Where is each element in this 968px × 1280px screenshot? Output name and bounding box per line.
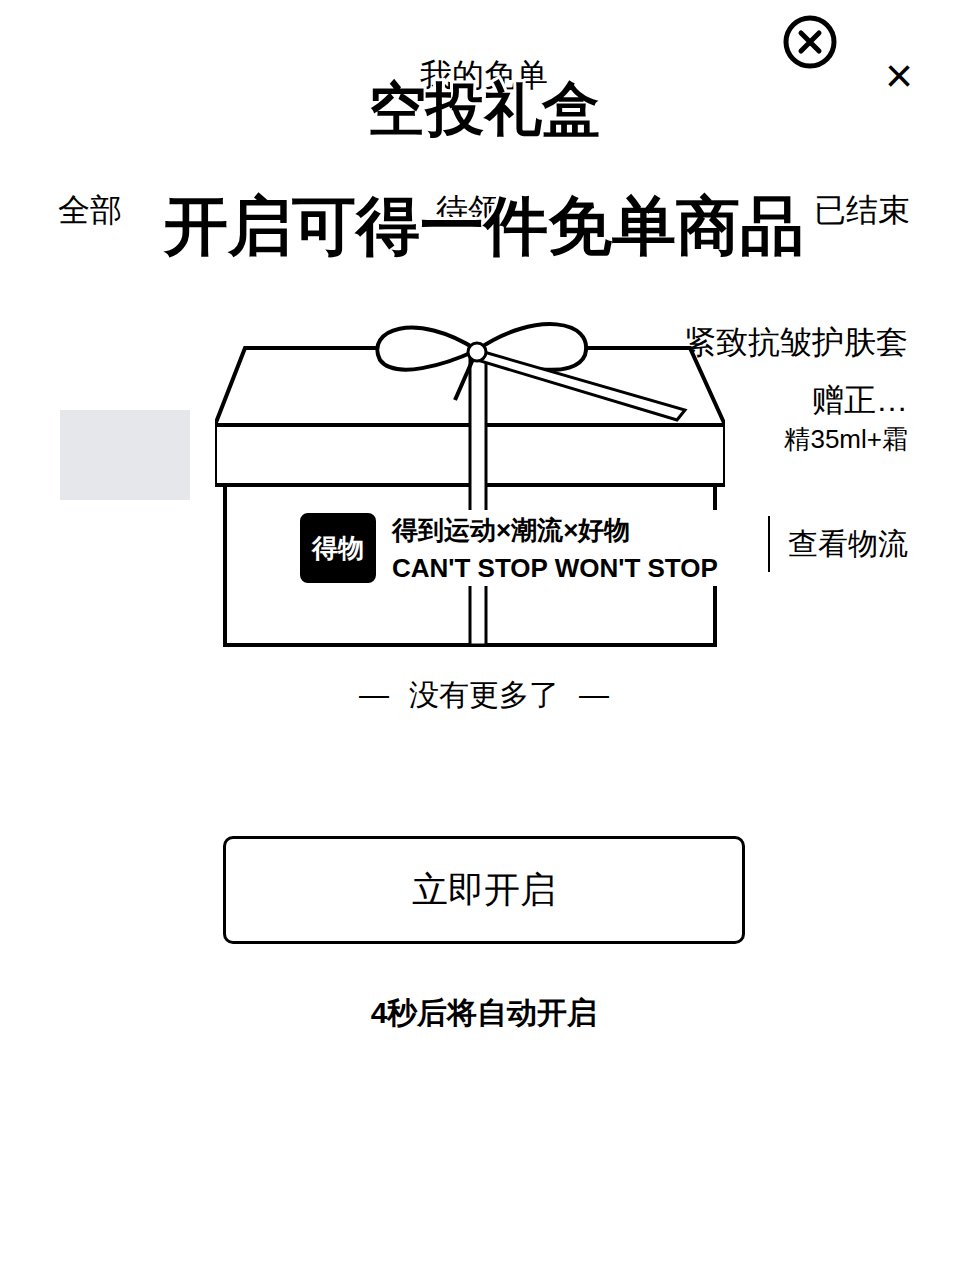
item-title-line: 紧致抗皱护肤套 [684, 320, 908, 364]
tab[interactable]: 全部 [50, 188, 130, 232]
close-circle-icon[interactable] [782, 14, 838, 70]
popup-subtitle: 开启可得一件免单商品 [0, 188, 968, 264]
box-label: 得物得到运动×潮流×好物CAN'T STOP WON'T STOP [300, 510, 720, 586]
dewu-logo: 得物 [300, 513, 376, 583]
airdrop-popup: 空投礼盒开启可得一件免单商品得物得到运动×潮流×好物CAN'T STOP WON… [0, 0, 968, 1280]
product-image [60, 410, 190, 500]
countdown: 4秒后将自动开启 [0, 992, 968, 1034]
item-spec: 精35ml+霜 [784, 422, 908, 456]
page-close-button[interactable]: × [885, 52, 913, 100]
box-tagline: CAN'T STOP WON'T STOP [392, 550, 718, 586]
gift-box-icon [215, 320, 725, 650]
item-title-line: 赠正… [812, 378, 908, 422]
box-slogan: 得到运动×潮流×好物 [392, 510, 718, 550]
logistics-button[interactable]: 查看物流 [788, 522, 908, 566]
gift-box[interactable]: 得物得到运动×潮流×好物CAN'T STOP WON'T STOP [215, 320, 725, 650]
open-button[interactable]: 立即开启 [223, 836, 745, 944]
popup-title: 空投礼盒 [0, 76, 968, 142]
tab[interactable]: 已结束 [806, 188, 918, 232]
app: 我的免单×全部待领已结束紧致抗皱护肤套赠正…精35ml+霜查看物流—没有更多了—… [0, 0, 968, 1280]
list-end: —没有更多了— [0, 673, 968, 717]
